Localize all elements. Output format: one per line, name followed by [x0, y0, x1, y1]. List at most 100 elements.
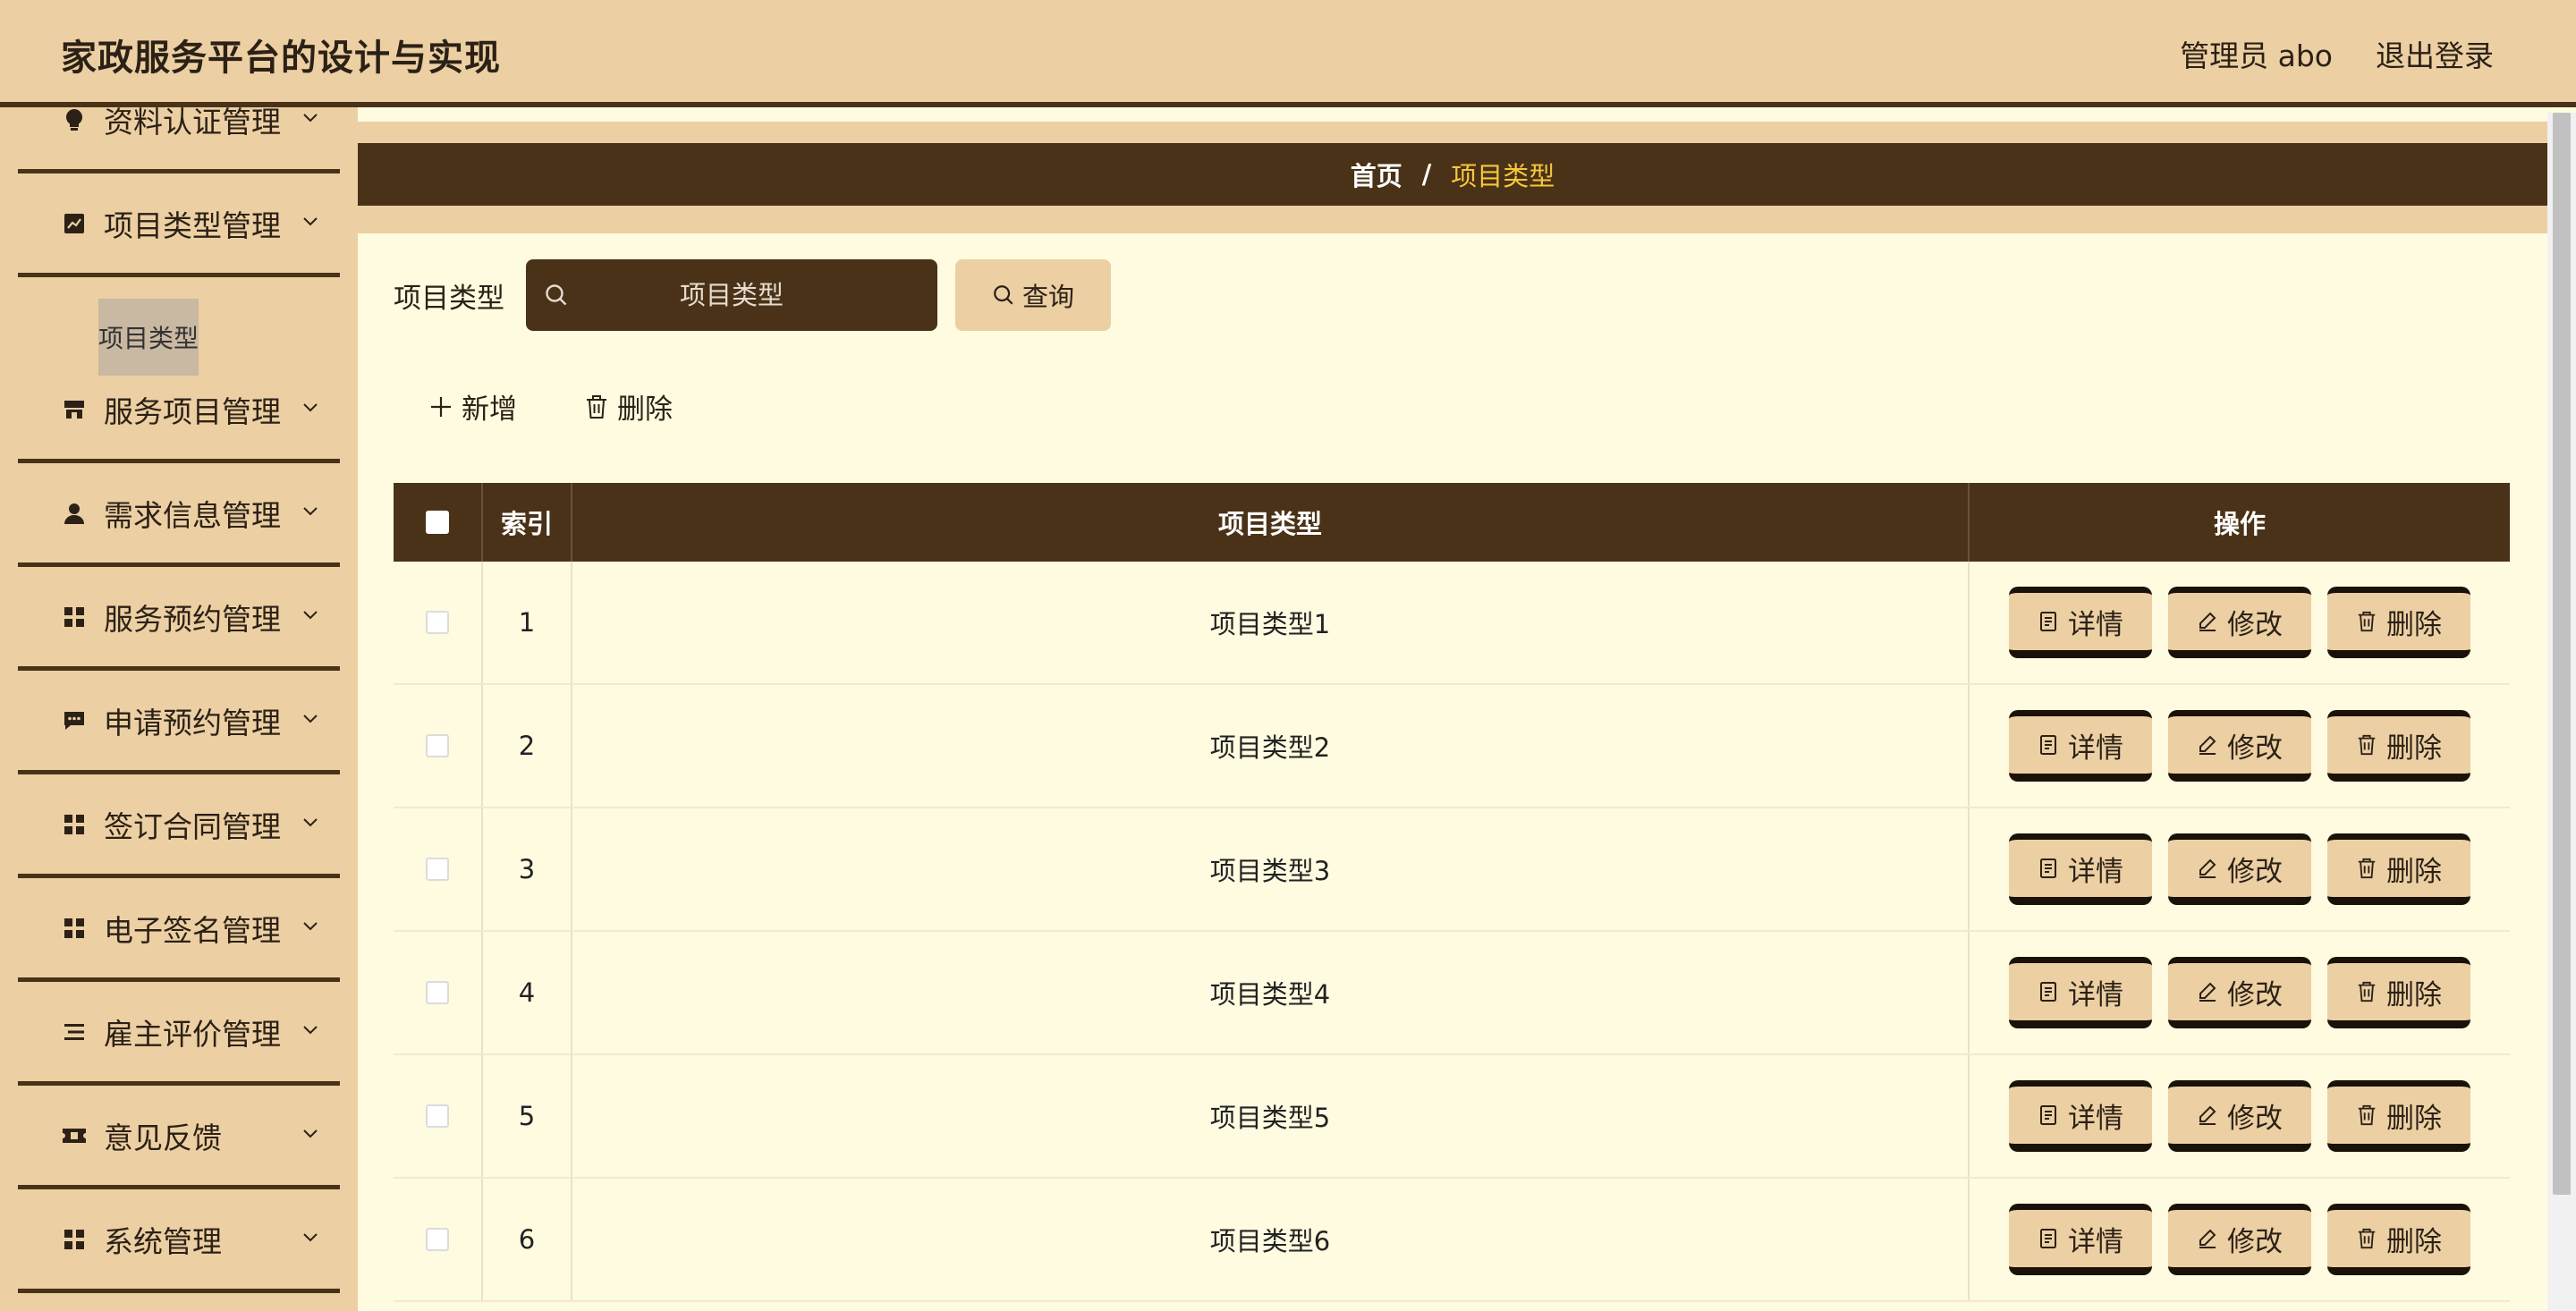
row-checkbox[interactable] — [426, 734, 449, 757]
top-header: 家政服务平台的设计与实现 管理员 abo 退出登录 — [0, 0, 2576, 107]
row-checkbox[interactable] — [426, 1228, 449, 1251]
detail-button-label: 详情 — [2068, 1225, 2123, 1258]
trash-icon — [2358, 1228, 2376, 1249]
delete-button-label: 删除 — [2386, 978, 2442, 1011]
sidebar-item-contracts[interactable]: 签订合同管理 — [18, 774, 340, 878]
row-type: 项目类型3 — [572, 808, 1970, 930]
sidebar-item-label: 服务项目管理 — [104, 393, 281, 429]
select-all-checkbox[interactable] — [426, 511, 449, 534]
sidebar-item-label: 项目类型管理 — [104, 207, 281, 243]
sidebar-item-system[interactable]: 系统管理 — [18, 1189, 340, 1293]
detail-button[interactable]: 详情 — [2009, 957, 2152, 1028]
trash-icon — [587, 394, 606, 419]
batch-delete-button[interactable]: 删除 — [585, 386, 673, 427]
grid-icon — [61, 604, 88, 630]
delete-button[interactable]: 删除 — [2327, 1080, 2470, 1152]
row-checkbox-cell — [394, 562, 483, 683]
edit-button[interactable]: 修改 — [2168, 1204, 2311, 1275]
sidebar-item-label: 系统管理 — [104, 1223, 222, 1259]
chart-icon — [61, 210, 88, 237]
batch-delete-label: 删除 — [617, 393, 673, 426]
edit-icon — [2199, 735, 2216, 755]
breadcrumb-separator: / — [1421, 159, 1432, 190]
edit-button[interactable]: 修改 — [2168, 1080, 2311, 1152]
sidebar-item-booking-requests[interactable]: 申请预约管理 — [18, 671, 340, 774]
detail-button[interactable]: 详情 — [2009, 833, 2152, 905]
delete-button[interactable]: 删除 — [2327, 710, 2470, 782]
search-box[interactable] — [526, 259, 937, 331]
sidebar-item-e-signatures[interactable]: 电子签名管理 — [18, 878, 340, 982]
delete-button[interactable]: 删除 — [2327, 833, 2470, 905]
row-checkbox[interactable] — [426, 1104, 449, 1128]
ticket-icon — [61, 1122, 88, 1149]
grid-icon — [61, 811, 88, 838]
breadcrumb-home[interactable]: 首页 — [1351, 156, 1402, 193]
detail-button[interactable]: 详情 — [2009, 710, 2152, 782]
scrollbar-thumb[interactable] — [2553, 113, 2571, 1195]
delete-button[interactable]: 删除 — [2327, 1204, 2470, 1275]
row-index: 2 — [483, 685, 572, 807]
header-index: 索引 — [483, 483, 572, 562]
table-row: 6 项目类型6 详情 修改 删除 — [394, 1179, 2510, 1302]
search-icon — [546, 284, 567, 306]
row-ops: 详情 修改 删除 — [1970, 685, 2510, 807]
search-input[interactable] — [526, 259, 937, 331]
user-label[interactable]: 管理员 abo — [2180, 32, 2333, 75]
row-checkbox[interactable] — [426, 858, 449, 881]
sidebar-item-project-types[interactable]: 项目类型管理 — [18, 173, 340, 277]
sidebar-item-demands[interactable]: 需求信息管理 — [18, 463, 340, 567]
chevron-down-icon — [303, 1232, 318, 1241]
row-index: 1 — [483, 562, 572, 683]
edit-button-label: 修改 — [2227, 855, 2283, 888]
add-button-label: 新增 — [462, 393, 517, 426]
logout-button[interactable]: 退出登录 — [2376, 32, 2494, 75]
detail-button[interactable]: 详情 — [2009, 1204, 2152, 1275]
edit-button[interactable]: 修改 — [2168, 710, 2311, 782]
edit-button[interactable]: 修改 — [2168, 833, 2311, 905]
sidebar: 资料认证管理 项目类型管理 项目类型 服务项目管理 需求信息管理 服务预约管理 — [0, 107, 358, 1311]
grid-icon — [61, 915, 88, 942]
header-ops: 操作 — [2213, 509, 2266, 539]
sidebar-item-label: 申请预约管理 — [104, 705, 281, 740]
detail-button[interactable]: 详情 — [2009, 1080, 2152, 1152]
row-ops: 详情 修改 删除 — [1970, 808, 2510, 930]
edit-button[interactable]: 修改 — [2168, 957, 2311, 1028]
row-ops: 详情 修改 删除 — [1970, 1179, 2510, 1300]
chevron-down-icon — [303, 1025, 318, 1034]
detail-button-label: 详情 — [2068, 978, 2123, 1011]
row-checkbox[interactable] — [426, 611, 449, 634]
row-checkbox[interactable] — [426, 981, 449, 1004]
chevron-down-icon — [303, 921, 318, 930]
query-button-label: 查询 — [1021, 283, 1074, 312]
breadcrumb-current: 项目类型 — [1451, 161, 1555, 191]
sidebar-item-label: 雇主评价管理 — [104, 1016, 281, 1052]
shop-icon — [61, 396, 88, 423]
table-row: 5 项目类型5 详情 修改 删除 — [394, 1055, 2510, 1179]
sidebar-item-profile-verify[interactable]: 资料认证管理 — [18, 107, 340, 173]
delete-button-label: 删除 — [2386, 855, 2442, 888]
search-row: 项目类型 查询 — [394, 259, 1111, 331]
delete-button[interactable]: 删除 — [2327, 957, 2470, 1028]
scrollbar[interactable] — [2547, 113, 2576, 1311]
sidebar-item-services[interactable]: 服务项目管理 — [18, 359, 340, 463]
row-checkbox-cell — [394, 1055, 483, 1177]
edit-button[interactable]: 修改 — [2168, 587, 2311, 658]
message-icon — [61, 707, 88, 734]
sidebar-item-bookings[interactable]: 服务预约管理 — [18, 567, 340, 671]
delete-button[interactable]: 删除 — [2327, 587, 2470, 658]
sidebar-item-feedback[interactable]: 意见反馈 — [18, 1086, 340, 1189]
document-icon — [2040, 1229, 2056, 1248]
trash-icon — [2358, 858, 2376, 879]
row-index: 3 — [483, 808, 572, 930]
document-icon — [2040, 735, 2056, 755]
edit-button-label: 修改 — [2227, 732, 2283, 765]
edit-icon — [2199, 612, 2216, 631]
row-type: 项目类型4 — [572, 932, 1970, 1053]
add-button[interactable]: 新增 — [429, 386, 517, 427]
trash-icon — [2358, 611, 2376, 632]
action-row: 新增 删除 — [429, 386, 673, 427]
sidebar-item-reviews[interactable]: 雇主评价管理 — [18, 982, 340, 1086]
detail-button[interactable]: 详情 — [2009, 587, 2152, 658]
table-header: 索引 项目类型 操作 — [394, 483, 2510, 562]
query-button[interactable]: 查询 — [955, 259, 1111, 331]
